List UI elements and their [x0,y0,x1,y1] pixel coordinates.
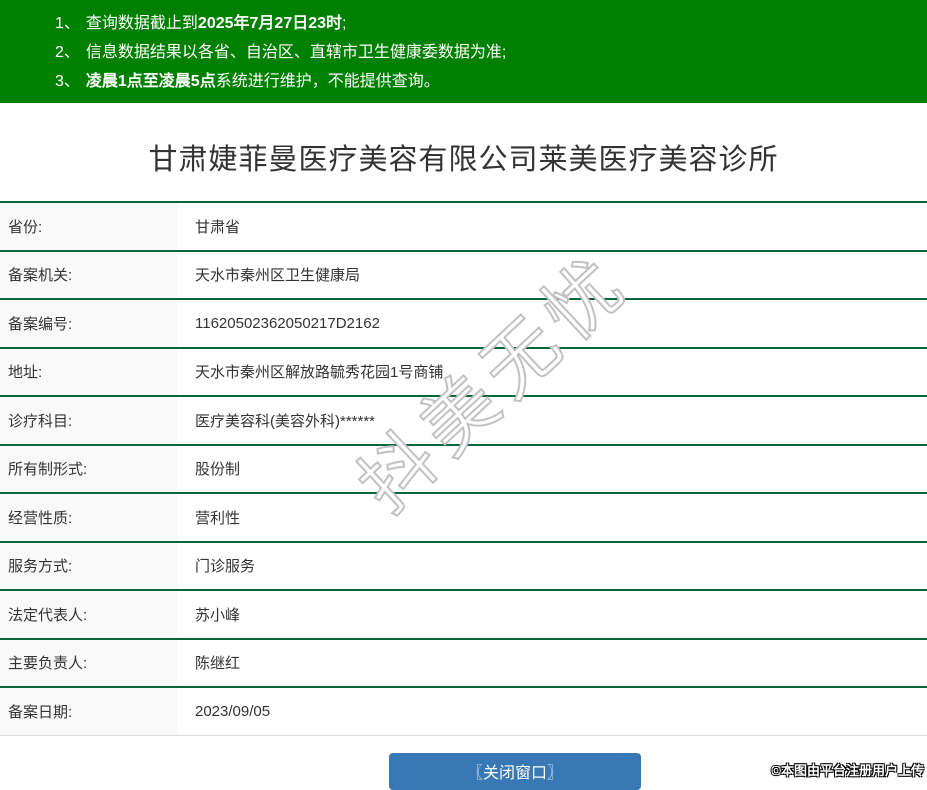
row-value: 甘肃省 [195,218,241,236]
row-value: 陈继红 [195,655,241,673]
row-value: 股份制 [195,461,241,479]
notice-item-3: 3、 凌晨1点至凌晨5点系统进行维护，不能提供查询。 [55,67,907,96]
table-row-principal: 主要负责人: 陈继红 [0,637,927,686]
notice-text-bold: 2025年7月27日23时 [197,15,343,32]
table-row-business-nature: 经营性质: 营利性 [0,492,927,541]
row-value: 11620502362050217D2162 [195,314,380,332]
notice-number: 1、 [55,15,80,32]
row-label: 主要负责人: [0,639,177,686]
notice-number: 2、 [55,44,80,61]
row-label: 备案日期: [0,688,177,735]
uploader-watermark: ©本图由平台注册用户上传 [771,763,924,778]
table-row-ownership-form: 所有制形式: 股份制 [0,443,927,492]
table-row-service-mode: 服务方式: 门诊服务 [0,540,927,589]
notice-text: ; [342,15,347,32]
row-value: 天水市秦州区解放路毓秀花园1号商铺 [195,364,444,382]
row-label: 省份: [0,203,177,250]
close-window-button[interactable]: 〖关闭窗口〗 [389,752,641,790]
row-label: 地址: [0,348,177,395]
table-row-filing-number: 备案编号: 11620502362050217D2162 [0,298,927,347]
page-title: 甘肃婕菲曼医疗美容有限公司莱美医疗美容诊所 [148,144,779,176]
notice-text: 查询数据截止到 [85,15,198,32]
clinic-info-table: 省份: 甘肃省 备案机关: 天水市秦州区卫生健康局 备案编号: 11620502… [0,201,927,736]
row-label: 诊疗科目: [0,397,177,444]
row-label: 法定代表人: [0,591,177,638]
notice-number: 3、 [55,73,80,90]
row-value: 门诊服务 [195,558,256,576]
row-label: 服务方式: [0,542,177,589]
row-value: 天水市秦州区卫生健康局 [195,267,361,285]
table-row-province: 省份: 甘肃省 [0,201,927,250]
row-value: 医疗美容科(美容外科)****** [195,412,376,430]
notice-text: 信息数据结果以各省、自治区、直辖市卫生健康委数据为准; [85,44,507,61]
table-row-address: 地址: 天水市秦州区解放路毓秀花园1号商铺 [0,346,927,395]
notice-item-1: 1、 查询数据截止到2025年7月27日23时; [55,9,907,38]
row-value: 苏小峰 [195,606,241,624]
row-value: 营利性 [195,509,241,527]
row-value: 2023/09/05 [195,702,271,720]
table-row-filing-date: 备案日期: 2023/09/05 [0,686,927,735]
row-label: 备案机关: [0,251,177,298]
notice-item-2: 2、 信息数据结果以各省、自治区、直辖市卫生健康委数据为准; [55,38,907,67]
notice-banner: 1、 查询数据截止到2025年7月27日23时; 2、 信息数据结果以各省、自治区、… [0,0,927,103]
notice-text-bold: 凌晨1点至凌晨5点 [85,73,216,90]
row-label: 所有制形式: [0,445,177,492]
row-label: 经营性质: [0,494,177,541]
notice-text: 系统进行维护，不能提供查询。 [215,73,440,90]
table-row-legal-representative: 法定代表人: 苏小峰 [0,589,927,638]
row-label: 备案编号: [0,300,177,347]
table-row-filing-authority: 备案机关: 天水市秦州区卫生健康局 [0,249,927,298]
table-row-medical-subjects: 诊疗科目: 医疗美容科(美容外科)****** [0,395,927,444]
